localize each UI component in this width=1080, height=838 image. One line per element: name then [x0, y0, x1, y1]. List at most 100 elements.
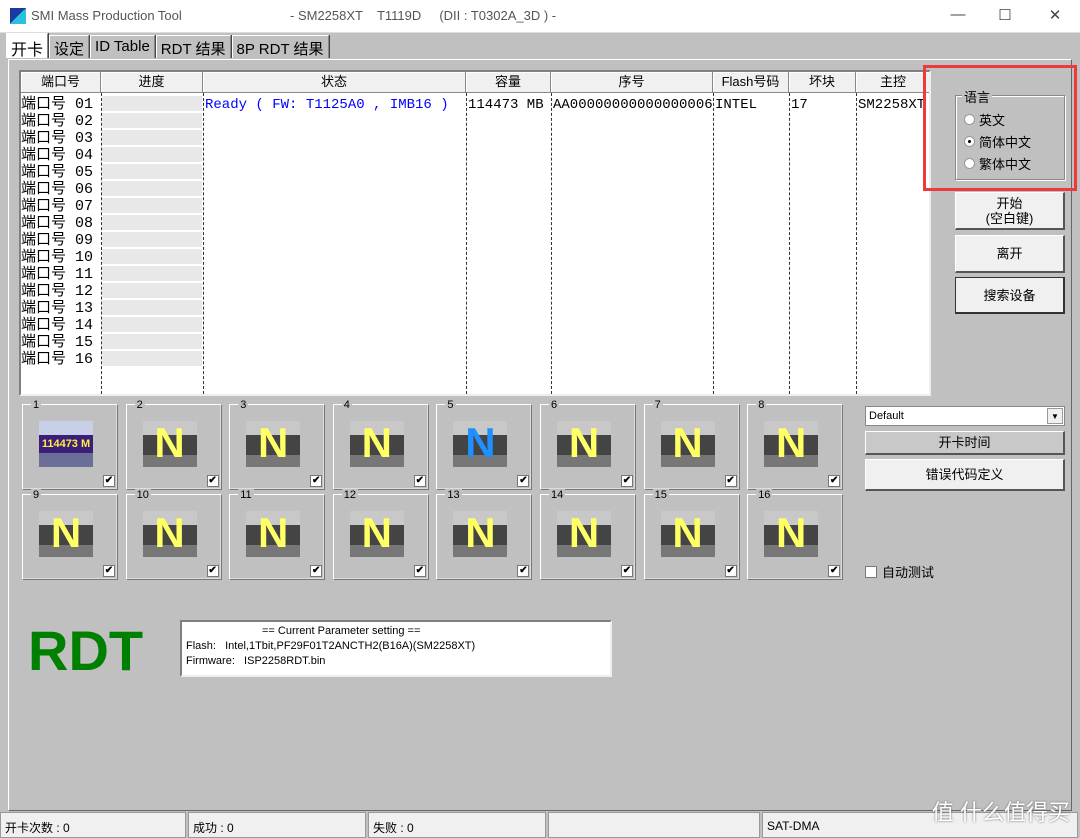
column-header[interactable]: 序号: [551, 72, 713, 93]
port-checkbox[interactable]: ✔: [206, 475, 219, 487]
port-checkbox[interactable]: ✔: [621, 475, 633, 487]
tab-1[interactable]: 设定: [49, 35, 90, 58]
port-number: 11: [238, 489, 254, 501]
port-checkbox[interactable]: ✔: [413, 565, 426, 577]
port-tile[interactable]: 13 N ✔: [436, 489, 533, 580]
port-number: 10: [134, 489, 151, 501]
port-tile[interactable]: 8 N ✔: [747, 399, 844, 490]
port-tile[interactable]: 6 N ✔: [540, 399, 636, 490]
port-status-label: N: [568, 509, 600, 556]
port-checkbox[interactable]: ✔: [206, 565, 219, 577]
column-header[interactable]: 端口号: [21, 72, 101, 93]
column-divider: [466, 93, 467, 394]
progress-cell: [102, 351, 202, 367]
close-button[interactable]: ✕: [1040, 6, 1070, 26]
port-tile[interactable]: 2 N ✔: [125, 399, 222, 490]
radio-button[interactable]: [964, 158, 975, 169]
error-code-button[interactable]: 错误代码定义: [865, 459, 1065, 491]
window-title: SMI Mass Production Tool: [31, 8, 182, 23]
port-checkbox[interactable]: ✔: [310, 475, 323, 487]
table-row-port: 端口号 01: [21, 96, 94, 113]
dropdown-value: Default: [869, 410, 904, 422]
port-tile[interactable]: 5 N ✔: [436, 399, 533, 490]
port-tile[interactable]: 12 N ✔: [332, 489, 429, 580]
column-header[interactable]: 主控: [856, 72, 929, 93]
tab-0[interactable]: 开卡: [6, 33, 49, 59]
column-header[interactable]: Flash号码: [713, 72, 789, 93]
progress-cell: [102, 334, 202, 350]
column-header[interactable]: 坏块: [789, 72, 856, 93]
table-row-port: 端口号 11: [21, 266, 94, 283]
start-label: 开始: [996, 195, 1023, 211]
port-checkbox[interactable]: ✔: [103, 475, 115, 487]
port-tile[interactable]: 15 N ✔: [643, 489, 740, 580]
column-header[interactable]: 状态: [203, 72, 466, 93]
image-band: [39, 421, 93, 435]
port-checkbox[interactable]: ✔: [517, 475, 530, 487]
table-row-port: 端口号 08: [21, 215, 94, 232]
port-status-image: N: [557, 420, 611, 467]
auto-test-checkbox[interactable]: 自动测试: [865, 562, 934, 581]
port-checkbox[interactable]: ✔: [413, 475, 426, 487]
port-status-label: N: [154, 509, 185, 556]
status-segment: 成功 : 0: [188, 812, 366, 838]
port-number: 12: [341, 489, 359, 501]
column-header[interactable]: 容量: [466, 72, 551, 93]
start-button[interactable]: 开始 (空白键): [955, 192, 1065, 230]
progress-cell: [102, 249, 202, 265]
column-header[interactable]: 进度: [101, 72, 203, 93]
language-option[interactable]: 简体中文: [964, 132, 1031, 151]
watermark: 值 什么值得买: [931, 800, 1070, 825]
port-tile[interactable]: 4 N ✔: [332, 399, 429, 490]
port-status-image: N: [660, 510, 715, 557]
exit-button[interactable]: 离开: [955, 235, 1065, 273]
port-tile[interactable]: 11 N ✔: [229, 489, 326, 580]
language-option[interactable]: 英文: [964, 110, 1005, 129]
port-tile[interactable]: 1 114473 M ✔: [22, 399, 118, 490]
port-status-label: N: [361, 419, 392, 466]
radio-button[interactable]: [964, 114, 975, 125]
tab-2[interactable]: ID Table: [90, 35, 155, 58]
cell-capacity: 114473 MB: [468, 97, 544, 113]
open-time-button[interactable]: 开卡时间: [865, 431, 1065, 455]
cell-controller: SM2258XT: [858, 97, 926, 113]
port-tile[interactable]: 9 N ✔: [22, 489, 118, 580]
port-checkbox[interactable]: ✔: [310, 565, 323, 577]
tab-4[interactable]: 8P RDT 结果: [231, 35, 329, 58]
port-tile[interactable]: 16 N ✔: [747, 489, 844, 580]
port-status-image: N: [39, 510, 93, 557]
tab-3[interactable]: RDT 结果: [155, 35, 231, 58]
port-tile[interactable]: 14 N ✔: [540, 489, 636, 580]
checkbox-box[interactable]: [865, 565, 877, 578]
profile-dropdown[interactable]: Default ▼: [865, 406, 1065, 426]
port-status-label: N: [465, 509, 496, 556]
port-tile[interactable]: 7 N ✔: [643, 399, 740, 490]
maximize-button[interactable]: ☐: [990, 6, 1020, 26]
port-checkbox[interactable]: ✔: [828, 475, 841, 487]
port-number: 1: [31, 399, 42, 411]
table-row-port: 端口号 09: [21, 232, 94, 249]
cell-status: Ready ( FW: T1125A0 , IMB16 ): [205, 97, 449, 113]
minimize-button[interactable]: —: [943, 6, 973, 26]
port-tile[interactable]: 10 N ✔: [125, 489, 222, 580]
port-checkbox[interactable]: ✔: [828, 565, 841, 577]
port-checkbox[interactable]: ✔: [621, 565, 633, 577]
port-number: 9: [31, 489, 42, 501]
language-option[interactable]: 繁体中文: [964, 154, 1031, 173]
radio-button[interactable]: [964, 136, 975, 147]
language-group-title: 语言: [962, 87, 993, 106]
port-status-label: N: [465, 419, 496, 466]
port-checkbox[interactable]: ✔: [517, 565, 530, 577]
progress-cell: [102, 96, 202, 112]
table-row-port: 端口号 05: [21, 164, 94, 181]
search-device-button[interactable]: 搜索设备: [955, 277, 1065, 314]
port-status-label: N: [258, 509, 289, 556]
chevron-down-icon[interactable]: ▼: [1047, 408, 1063, 424]
table-row-port: 端口号 07: [21, 198, 94, 215]
port-checkbox[interactable]: ✔: [103, 565, 115, 577]
port-tile[interactable]: 3 N ✔: [229, 399, 326, 490]
port-checkbox[interactable]: ✔: [724, 475, 737, 487]
port-checkbox[interactable]: ✔: [724, 565, 737, 577]
app-icon: [10, 8, 26, 24]
column-divider: [713, 93, 714, 394]
